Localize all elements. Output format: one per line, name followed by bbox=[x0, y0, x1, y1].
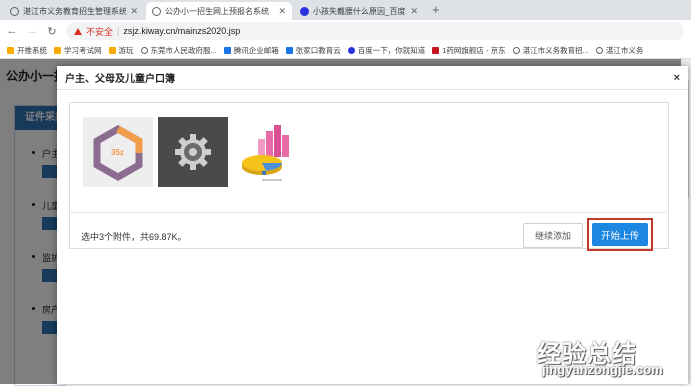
tab-zhanjiang-system[interactable]: 湛江市义务教育招生管理系统 ✕ bbox=[4, 2, 144, 20]
modal-header: 户主、父母及儿童户口簿 × bbox=[57, 66, 688, 90]
hexagon-logo-icon: 35z bbox=[93, 124, 143, 182]
thumbnail-3d-chart[interactable] bbox=[232, 117, 302, 187]
globe-icon bbox=[595, 46, 603, 54]
globe-icon bbox=[152, 6, 161, 16]
jd-icon bbox=[432, 46, 440, 54]
bookmark-item[interactable]: 1药网旗舰店 - 京东 bbox=[432, 45, 506, 56]
cloud-icon bbox=[285, 46, 293, 54]
mail-icon bbox=[223, 46, 231, 54]
tab-title: 小孩失戴腰什么原因_百度搜索 bbox=[313, 6, 406, 16]
thumbnail-hexagon[interactable]: 35z bbox=[83, 117, 153, 187]
new-tab-button[interactable]: + bbox=[432, 2, 440, 17]
close-icon[interactable]: ✕ bbox=[410, 6, 418, 17]
modal-title: 户主、父母及儿童户口簿 bbox=[65, 74, 175, 85]
status-text: 选中3个附件，共69.87K。 bbox=[81, 232, 187, 242]
bookmark-item[interactable]: 游玩 bbox=[108, 45, 134, 56]
bookmark-item[interactable]: 学习考试网 bbox=[54, 45, 102, 56]
bookmark-label: 湛江市义务教育招... bbox=[522, 45, 589, 55]
tab-strip: 湛江市义务教育招生管理系统 ✕ 公办小一招生网上预报名系统 ✕ 小孩失戴腰什么原… bbox=[0, 0, 691, 20]
tab-title: 公办小一招生网上预报名系统 bbox=[165, 6, 269, 16]
url-separator: | bbox=[117, 26, 120, 36]
bookmark-label: 腾讯企业邮箱 bbox=[233, 45, 279, 55]
close-icon[interactable]: ✕ bbox=[278, 6, 286, 17]
bookmark-item[interactable]: 东莞市人民政府服... bbox=[140, 45, 217, 56]
watermark-url: jingyanzongjie.com bbox=[542, 362, 663, 377]
tab-title: 湛江市义务教育招生管理系统 bbox=[23, 6, 127, 16]
bookmark-label: 游玩 bbox=[118, 45, 134, 55]
bookmark-item[interactable]: 腾讯企业邮箱 bbox=[223, 45, 279, 56]
forward-icon[interactable]: → bbox=[24, 25, 40, 37]
gear-icon bbox=[175, 134, 211, 170]
bookmark-label: 1药网旗舰店 - 京东 bbox=[442, 45, 506, 55]
url-text[interactable]: zsjz.kiway.cn/mainzs2020.jsp bbox=[123, 26, 240, 36]
bookmark-label: 东莞市人民政府服... bbox=[150, 45, 217, 55]
bookmark-label: 学习考试网 bbox=[64, 45, 102, 55]
chart-icon bbox=[242, 125, 289, 181]
bookmark-label: 张家口教育云 bbox=[295, 45, 341, 55]
start-upload-button[interactable]: 开始上传 bbox=[592, 223, 648, 246]
folder-icon bbox=[54, 46, 61, 54]
close-icon[interactable]: × bbox=[674, 72, 680, 84]
continue-add-button[interactable]: 继续添加 bbox=[523, 223, 583, 248]
tab-enrollment-system[interactable]: 公办小一招生网上预报名系统 ✕ bbox=[146, 2, 292, 20]
folder-icon bbox=[108, 46, 116, 54]
globe-icon bbox=[10, 6, 19, 16]
bookmark-label: 湛江市义务 bbox=[605, 45, 644, 55]
bookmark-item[interactable]: 湛江市义务教育招... bbox=[512, 45, 589, 56]
thumbnail-gear[interactable] bbox=[158, 117, 228, 187]
baidu-icon bbox=[347, 46, 355, 54]
tab-baidu-search[interactable]: 小孩失戴腰什么原因_百度搜索 ✕ bbox=[294, 2, 424, 20]
browser-toolbar: ← → ↻ 不安全 | zsjz.kiway.cn/mainzs2020.jsp bbox=[0, 20, 691, 42]
upload-status-bar: 选中3个附件，共69.87K。 继续添加 开始上传 bbox=[69, 212, 667, 257]
globe-icon bbox=[140, 46, 148, 54]
folder-icon bbox=[7, 46, 14, 54]
globe-icon bbox=[512, 46, 520, 54]
bookmark-label: 百度一下，你就知道 bbox=[357, 45, 426, 55]
bookmark-label: 开推系统 bbox=[17, 45, 47, 55]
bookmark-item[interactable]: 湛江市义务 bbox=[595, 45, 644, 56]
bookmark-item[interactable]: 百度一下，你就知道 bbox=[347, 45, 426, 56]
hexagon-text: 35z bbox=[111, 148, 124, 157]
close-icon[interactable]: ✕ bbox=[130, 6, 138, 17]
address-bar[interactable]: 不安全 | zsjz.kiway.cn/mainzs2020.jsp bbox=[66, 22, 684, 40]
back-icon[interactable]: ← bbox=[4, 25, 20, 37]
reload-icon[interactable]: ↻ bbox=[44, 25, 60, 38]
bookmarks-bar: 开推系统 学习考试网 游玩 东莞市人民政府服... 腾讯企业邮箱 张家口教育云 … bbox=[0, 42, 691, 59]
bookmark-item[interactable]: 张家口教育云 bbox=[285, 45, 341, 56]
paw-icon bbox=[300, 6, 309, 16]
bookmark-item[interactable]: 开推系统 bbox=[7, 45, 47, 56]
warning-icon bbox=[74, 27, 82, 35]
security-label: 不安全 bbox=[86, 26, 114, 37]
upload-button-highlight: 开始上传 bbox=[587, 218, 653, 251]
